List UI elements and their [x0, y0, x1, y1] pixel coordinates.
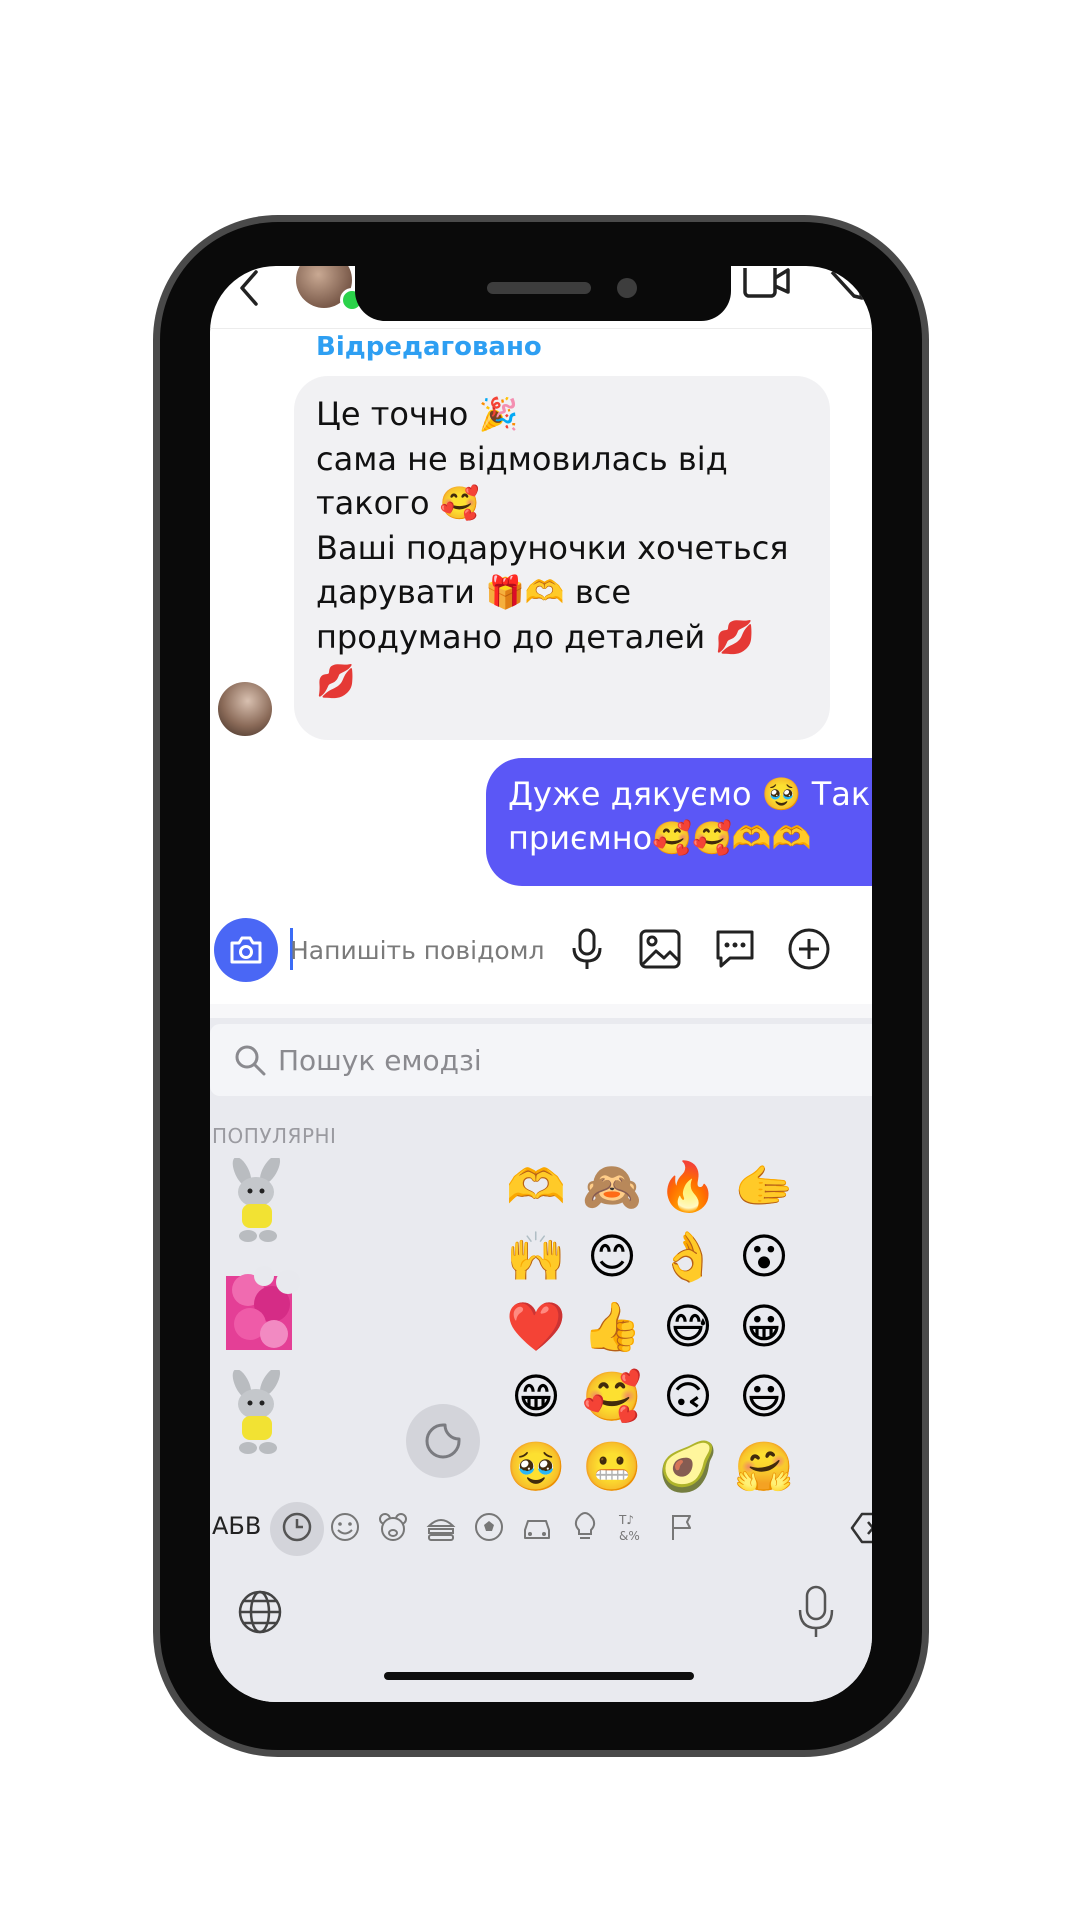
emoji-key[interactable]: 😁: [500, 1364, 572, 1430]
microphone-icon[interactable]: [564, 926, 610, 972]
emoji-key[interactable]: 🫱: [728, 1154, 800, 1220]
emoji-key[interactable]: 😮: [728, 1224, 800, 1290]
message-line: приємно🥰🥰🫶🫶: [508, 819, 812, 857]
message-input[interactable]: [290, 924, 544, 976]
keyboard-top-strip: [210, 1004, 872, 1018]
emoji-key[interactable]: 😀: [728, 1294, 800, 1360]
emoji-key[interactable]: 🥰: [576, 1364, 648, 1430]
emoji-key[interactable]: 🙃: [652, 1364, 724, 1430]
emoji-key[interactable]: 🫶: [500, 1154, 572, 1220]
message-line: Ваші подаруночки хочеться: [316, 528, 789, 567]
emoji-search-bar[interactable]: [210, 1024, 872, 1096]
food-icon[interactable]: [424, 1510, 458, 1544]
globe-icon[interactable]: [236, 1588, 284, 1636]
video-call-icon[interactable]: [742, 268, 792, 302]
header-divider: [210, 328, 872, 329]
emoji-key[interactable]: 🤗: [728, 1434, 800, 1500]
plus-circle-icon[interactable]: [786, 926, 832, 972]
soccer-ball-icon[interactable]: [472, 1510, 506, 1544]
camera-button[interactable]: [214, 918, 278, 982]
emoji-key[interactable]: 🥹: [500, 1434, 572, 1500]
edit-icon[interactable]: [826, 266, 866, 306]
emoji-key[interactable]: 🥑: [652, 1434, 724, 1500]
phone-screen: Відредаговано Це точно 🎉 сама не відмови…: [210, 266, 872, 1702]
backspace-icon[interactable]: [850, 1510, 872, 1546]
emoji-key[interactable]: 🔥: [652, 1154, 724, 1220]
chevron-left-icon[interactable]: [232, 270, 268, 306]
symbols-icon[interactable]: T♪ &%: [616, 1510, 650, 1544]
dictation-microphone-icon[interactable]: [794, 1584, 838, 1640]
lightbulb-icon[interactable]: [568, 1510, 602, 1544]
notch: [355, 266, 731, 321]
emoji-key[interactable]: 🙌: [500, 1224, 572, 1290]
search-icon: [235, 1045, 266, 1076]
message-line: такого 🥰: [316, 484, 480, 522]
emoji-key[interactable]: 🙈: [576, 1154, 648, 1220]
emoji-key[interactable]: 👌: [652, 1224, 724, 1290]
abc-key[interactable]: АБВ: [212, 1512, 261, 1540]
emoji-key[interactable]: ❤️: [500, 1294, 572, 1360]
clock-icon[interactable]: [280, 1510, 314, 1544]
message-line: 💋: [316, 662, 356, 700]
sender-avatar[interactable]: [218, 682, 272, 736]
car-icon[interactable]: [520, 1510, 554, 1544]
camera-icon: [230, 936, 262, 964]
svg-text:&%: &%: [619, 1529, 640, 1543]
emoji-keyboard: ПОПУЛЯРНІ: [210, 1004, 872, 1702]
notch-camera: [617, 278, 637, 298]
message-line: дарувати 🎁🫶 все: [316, 573, 632, 611]
emoji-category-bar: АБВ T♪ &%: [210, 1498, 872, 1558]
emoji-key[interactable]: 👍: [576, 1294, 648, 1360]
message-line: продумано до деталей 💋: [316, 617, 756, 656]
message-line: Дуже дякуємо 🥹 Так: [508, 775, 871, 813]
message-line: Це точно 🎉: [316, 395, 519, 433]
home-indicator: [384, 1672, 694, 1680]
sticker-toggle-button[interactable]: [406, 1404, 480, 1478]
incoming-message-bubble[interactable]: Це точно 🎉 сама не відмовилась від таког…: [294, 376, 830, 740]
smiley-icon[interactable]: [328, 1510, 362, 1544]
flag-icon[interactable]: [664, 1510, 698, 1544]
bunny-sticker[interactable]: [220, 1158, 296, 1244]
notch-speaker: [487, 282, 591, 294]
edited-label: Відредаговано: [316, 332, 542, 362]
bear-icon[interactable]: [376, 1510, 410, 1544]
emoji-key[interactable]: 😃: [728, 1364, 800, 1430]
sticker-chat-icon[interactable]: [712, 926, 758, 972]
message-line: сама не відмовилась від: [316, 439, 728, 478]
section-label: ПОПУЛЯРНІ: [212, 1124, 337, 1148]
bunny-sticker[interactable]: [220, 1370, 296, 1456]
emoji-key[interactable]: 😬: [576, 1434, 648, 1500]
sticker-icon: [425, 1423, 461, 1459]
gallery-icon[interactable]: [637, 926, 683, 972]
svg-text:T♪: T♪: [618, 1513, 634, 1527]
pink-smoke-sticker[interactable]: [226, 1264, 302, 1350]
message-composer: [210, 896, 872, 1004]
outgoing-message-bubble[interactable]: Дуже дякуємо 🥹 Так приємно🥰🥰🫶🫶: [486, 758, 872, 886]
emoji-key[interactable]: 😅: [652, 1294, 724, 1360]
emoji-search-input[interactable]: [278, 1036, 838, 1084]
emoji-key[interactable]: 😊: [576, 1224, 648, 1290]
